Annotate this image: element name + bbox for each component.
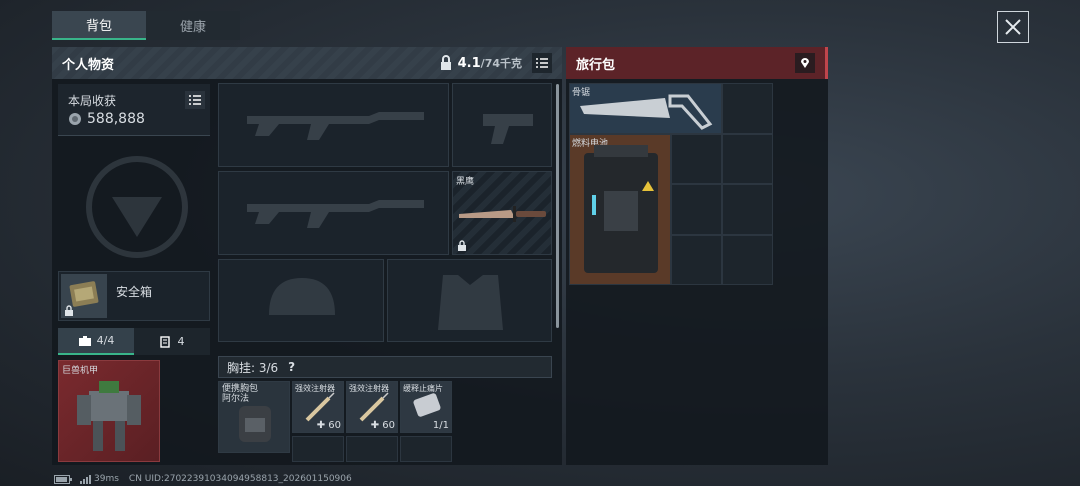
empty-slot[interactable] — [292, 436, 344, 462]
syringe-item-1[interactable]: 强效注射器 ✚ 60 — [292, 381, 344, 433]
knife-icon — [459, 206, 546, 222]
help-icon[interactable]: ? — [288, 360, 295, 374]
close-icon — [1005, 19, 1021, 35]
battery-icon — [584, 144, 658, 273]
item-count: ✚ 60 — [370, 420, 395, 431]
uid: CN UID:2702239103409495881​3_20260115090… — [128, 474, 352, 484]
map-pin-icon — [801, 58, 809, 68]
helmet-icon — [269, 278, 335, 315]
signal-icon — [80, 474, 91, 484]
tab-ammo[interactable]: 4 — [134, 328, 210, 355]
backpack-icon — [239, 406, 271, 442]
safebox-label: 安全箱 — [116, 285, 153, 299]
empty-slot[interactable] — [722, 133, 773, 184]
chest-rig-label: 胸挂: 3/6 — [227, 360, 279, 375]
empty-slot[interactable] — [671, 234, 722, 285]
magazine-icon — [159, 335, 170, 348]
lock-icon — [440, 55, 451, 70]
safebox-image — [61, 274, 107, 318]
armor-slot[interactable] — [387, 259, 552, 342]
item-count: 1/1 — [432, 420, 449, 431]
sub-tabs: 4/4 4 — [58, 328, 210, 355]
travel-header: 旅行包 — [566, 47, 828, 79]
close-button[interactable] — [997, 11, 1029, 43]
ammo-count: 4 — [177, 335, 185, 348]
personal-header: 个人物资 4.1 /74千克 — [52, 47, 562, 79]
list-icon — [536, 58, 548, 68]
item-count-value: 60 — [328, 420, 341, 431]
chest-bag-item[interactable]: 便携胸包 阿尔法 — [218, 381, 290, 453]
pistol-icon — [483, 114, 533, 144]
rifle-icon — [247, 112, 424, 140]
tab-backpack[interactable]: 背包 — [52, 11, 146, 40]
primary-weapon-slot-1[interactable] — [218, 83, 449, 167]
travel-grid: 骨锯 燃料电池 — [569, 83, 773, 286]
chest-rig-bar: 胸挂: 3/6 ? — [218, 356, 552, 378]
personal-title: 个人物资 — [62, 57, 115, 73]
primary-weapon-slot-2[interactable] — [218, 171, 449, 255]
empty-slot[interactable] — [400, 436, 452, 462]
weight-capacity: /74千克 — [480, 57, 522, 70]
helmet-slot[interactable] — [218, 259, 384, 342]
pistol-slot[interactable] — [452, 83, 552, 167]
equipment-count: 4/4 — [96, 334, 115, 347]
travel-title: 旅行包 — [576, 57, 616, 73]
rifle-icon — [247, 200, 424, 228]
melee-slot[interactable]: 黑鹰 — [452, 171, 552, 255]
emblem-icon — [86, 156, 188, 258]
earnings-value: 588,888 — [87, 111, 145, 127]
mech-card[interactable]: 巨兽机甲 — [58, 360, 160, 462]
tab-equipment[interactable]: 4/4 — [58, 328, 134, 355]
list-button[interactable] — [532, 53, 552, 73]
earnings-label: 本局收获 — [68, 94, 117, 108]
empty-slot[interactable] — [722, 184, 773, 235]
syringe-item-2[interactable]: 强效注射器 ✚ 60 — [346, 381, 398, 433]
weight-value: 4.1 — [457, 55, 481, 71]
item-count-value: 60 — [382, 420, 395, 431]
bone-saw-item[interactable]: 骨锯 — [569, 83, 722, 134]
earnings-box: 本局收获 588,888 — [58, 84, 210, 136]
status-bar: 39ms CN UID:2702239103409495881​3_202601… — [54, 473, 352, 485]
earnings-list-button[interactable] — [185, 91, 205, 109]
coin-icon — [69, 113, 81, 125]
lock-icon — [458, 240, 466, 251]
top-tabs: 背包 健康 — [52, 11, 240, 40]
empty-slot[interactable] — [671, 184, 722, 235]
vest-icon — [438, 275, 503, 330]
scrollbar[interactable] — [556, 84, 559, 328]
fuel-cell-item[interactable]: 燃料电池 — [569, 133, 671, 285]
case-icon — [78, 335, 91, 346]
safebox-slot[interactable]: 安全箱 — [58, 271, 210, 321]
list-icon — [189, 95, 201, 105]
saw-icon — [580, 94, 713, 130]
empty-slot[interactable] — [671, 133, 722, 184]
mech-icon — [77, 381, 141, 451]
empty-slot[interactable] — [346, 436, 398, 462]
tab-health[interactable]: 健康 — [146, 11, 240, 40]
empty-slot[interactable] — [722, 83, 773, 134]
ping: 39ms — [94, 474, 119, 484]
battery-level-icon — [54, 474, 72, 484]
locate-button[interactable] — [795, 53, 815, 73]
item-count: ✚ 60 — [316, 420, 341, 431]
painkiller-item[interactable]: 缓释止痛片 1/1 — [400, 381, 452, 433]
lock-icon — [65, 305, 73, 316]
empty-slot[interactable] — [722, 234, 773, 285]
